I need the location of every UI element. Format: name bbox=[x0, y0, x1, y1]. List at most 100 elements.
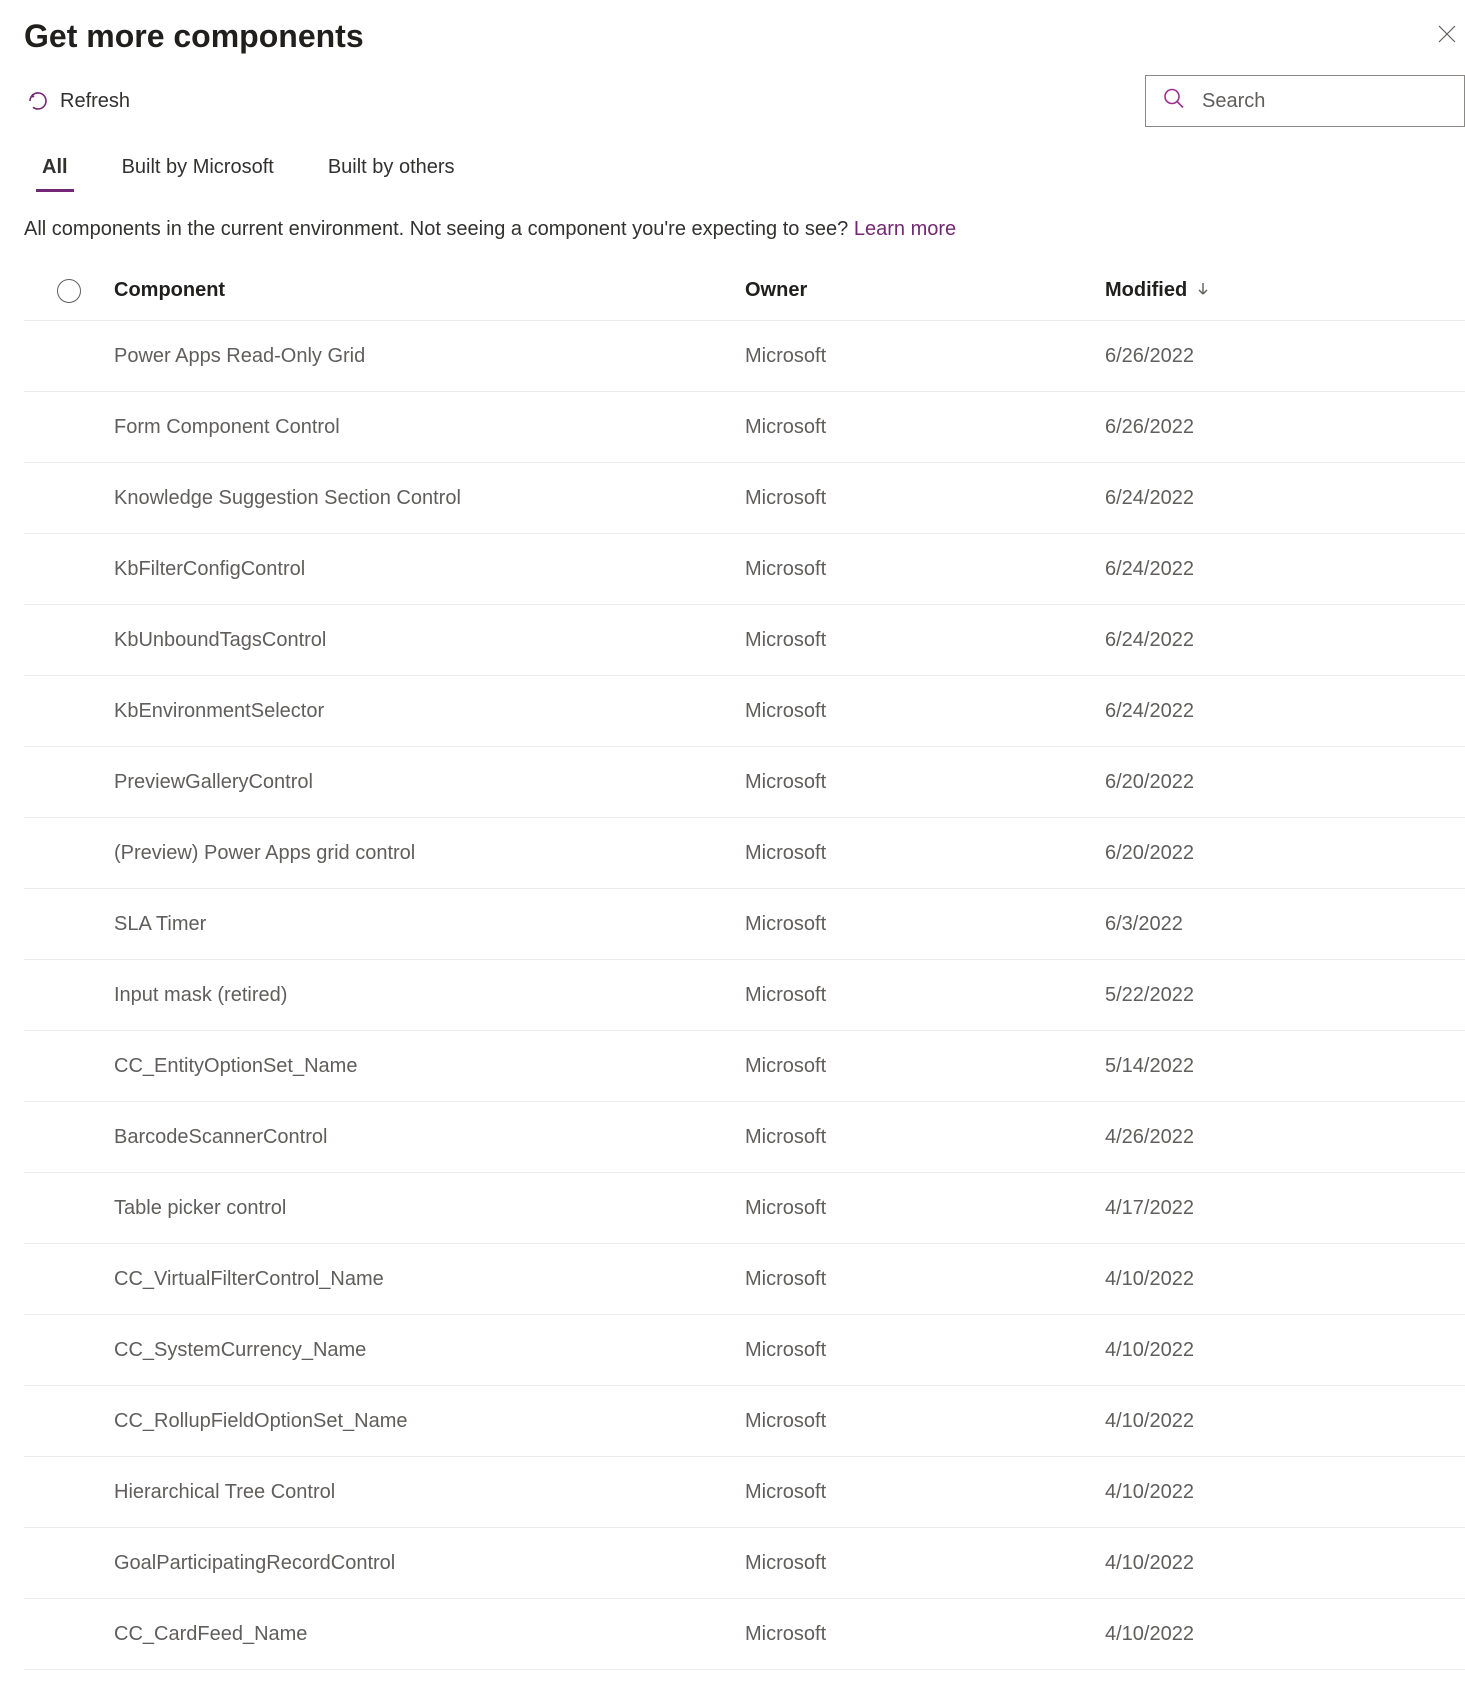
cell-owner: Microsoft bbox=[745, 842, 1105, 865]
table-header: Component Owner Modified bbox=[24, 261, 1465, 321]
cell-owner: Microsoft bbox=[745, 1197, 1105, 1220]
cell-modified: 4/10/2022 bbox=[1105, 1339, 1465, 1362]
cell-modified: 6/20/2022 bbox=[1105, 771, 1465, 794]
cell-component: Table picker control bbox=[114, 1197, 745, 1220]
select-all-cell bbox=[24, 279, 114, 303]
cell-owner: Microsoft bbox=[745, 1126, 1105, 1149]
search-box bbox=[1145, 75, 1465, 127]
table-row[interactable]: CC_EntityOptionSet_NameMicrosoft5/14/202… bbox=[24, 1031, 1465, 1102]
cell-modified: 5/22/2022 bbox=[1105, 984, 1465, 1007]
table-row[interactable]: Knowledge Suggestion Section ControlMicr… bbox=[24, 463, 1465, 534]
table-row[interactable]: BarcodeScannerControlMicrosoft4/26/2022 bbox=[24, 1102, 1465, 1173]
cell-component: PreviewGalleryControl bbox=[114, 771, 745, 794]
cell-component: Knowledge Suggestion Section Control bbox=[114, 487, 745, 510]
search-icon bbox=[1163, 88, 1185, 115]
cell-component: Hierarchical Tree Control bbox=[114, 1481, 745, 1504]
cell-modified: 4/17/2022 bbox=[1105, 1197, 1465, 1220]
cell-modified: 6/24/2022 bbox=[1105, 487, 1465, 510]
cell-component: CC_SystemCurrency_Name bbox=[114, 1339, 745, 1362]
cell-modified: 4/10/2022 bbox=[1105, 1481, 1465, 1504]
panel-title: Get more components bbox=[24, 18, 364, 55]
tab-built-by-microsoft[interactable]: Built by Microsoft bbox=[116, 155, 280, 192]
cell-component: KbEnvironmentSelector bbox=[114, 700, 745, 723]
cell-owner: Microsoft bbox=[745, 1410, 1105, 1433]
cell-modified: 6/3/2022 bbox=[1105, 913, 1465, 936]
cell-modified: 5/14/2022 bbox=[1105, 1055, 1465, 1078]
table-row[interactable]: KbFilterConfigControlMicrosoft6/24/2022 bbox=[24, 534, 1465, 605]
cell-owner: Microsoft bbox=[745, 1552, 1105, 1575]
select-all-checkbox[interactable] bbox=[57, 279, 81, 303]
cell-component: CC_CardFeed_Name bbox=[114, 1623, 745, 1646]
cell-component: Input mask (retired) bbox=[114, 984, 745, 1007]
table-row[interactable]: KbEnvironmentSelectorMicrosoft6/24/2022 bbox=[24, 676, 1465, 747]
cell-component: GoalParticipatingRecordControl bbox=[114, 1552, 745, 1575]
cell-component: CC_EntityOptionSet_Name bbox=[114, 1055, 745, 1078]
sort-descending-icon bbox=[1197, 279, 1209, 302]
cell-owner: Microsoft bbox=[745, 984, 1105, 1007]
cell-modified: 6/26/2022 bbox=[1105, 416, 1465, 439]
cell-modified: 4/10/2022 bbox=[1105, 1623, 1465, 1646]
cell-modified: 4/10/2022 bbox=[1105, 1268, 1465, 1291]
cell-modified: 6/24/2022 bbox=[1105, 558, 1465, 581]
toolbar: Refresh bbox=[24, 75, 1465, 127]
cell-component: CC_VirtualFilterControl_Name bbox=[114, 1268, 745, 1291]
cell-component: (Preview) Power Apps grid control bbox=[114, 842, 745, 865]
table-row[interactable]: Input mask (retired)Microsoft5/22/2022 bbox=[24, 960, 1465, 1031]
refresh-label: Refresh bbox=[60, 90, 130, 113]
table-row[interactable]: PreviewGalleryControlMicrosoft6/20/2022 bbox=[24, 747, 1465, 818]
cell-component: KbFilterConfigControl bbox=[114, 558, 745, 581]
cell-modified: 6/20/2022 bbox=[1105, 842, 1465, 865]
table-row[interactable]: Hierarchical Tree ControlMicrosoft4/10/2… bbox=[24, 1457, 1465, 1528]
table-row[interactable]: (Preview) Power Apps grid controlMicroso… bbox=[24, 818, 1465, 889]
components-table: Component Owner Modified Power Apps Read… bbox=[24, 261, 1465, 1670]
cell-modified: 4/10/2022 bbox=[1105, 1552, 1465, 1575]
cell-owner: Microsoft bbox=[745, 1268, 1105, 1291]
cell-owner: Microsoft bbox=[745, 1623, 1105, 1646]
cell-component: KbUnboundTagsControl bbox=[114, 629, 745, 652]
header-row: Get more components bbox=[24, 18, 1465, 69]
table-row[interactable]: CC_VirtualFilterControl_NameMicrosoft4/1… bbox=[24, 1244, 1465, 1315]
cell-owner: Microsoft bbox=[745, 913, 1105, 936]
tabs: All Built by Microsoft Built by others bbox=[24, 155, 1465, 192]
table-row[interactable]: CC_SystemCurrency_NameMicrosoft4/10/2022 bbox=[24, 1315, 1465, 1386]
refresh-icon bbox=[26, 89, 50, 113]
table-row[interactable]: SLA TimerMicrosoft6/3/2022 bbox=[24, 889, 1465, 960]
cell-owner: Microsoft bbox=[745, 771, 1105, 794]
cell-owner: Microsoft bbox=[745, 1481, 1105, 1504]
tab-built-by-others[interactable]: Built by others bbox=[322, 155, 461, 192]
table-row[interactable]: Form Component ControlMicrosoft6/26/2022 bbox=[24, 392, 1465, 463]
intro-text: All components in the current environmen… bbox=[24, 218, 1465, 241]
cell-modified: 4/26/2022 bbox=[1105, 1126, 1465, 1149]
column-header-modified[interactable]: Modified bbox=[1105, 279, 1465, 302]
cell-component: BarcodeScannerControl bbox=[114, 1126, 745, 1149]
get-more-components-panel: Get more components Refresh bbox=[0, 0, 1465, 1670]
cell-owner: Microsoft bbox=[745, 487, 1105, 510]
search-input[interactable] bbox=[1145, 75, 1465, 127]
cell-owner: Microsoft bbox=[745, 1339, 1105, 1362]
cell-owner: Microsoft bbox=[745, 416, 1105, 439]
close-icon bbox=[1437, 23, 1457, 50]
table-row[interactable]: Power Apps Read-Only GridMicrosoft6/26/2… bbox=[24, 321, 1465, 392]
cell-component: SLA Timer bbox=[114, 913, 745, 936]
close-button[interactable] bbox=[1437, 18, 1465, 49]
table-row[interactable]: CC_RollupFieldOptionSet_NameMicrosoft4/1… bbox=[24, 1386, 1465, 1457]
table-row[interactable]: Table picker controlMicrosoft4/17/2022 bbox=[24, 1173, 1465, 1244]
column-header-owner[interactable]: Owner bbox=[745, 279, 1105, 302]
table-row[interactable]: GoalParticipatingRecordControlMicrosoft4… bbox=[24, 1528, 1465, 1599]
cell-owner: Microsoft bbox=[745, 700, 1105, 723]
column-header-component[interactable]: Component bbox=[114, 279, 745, 302]
cell-owner: Microsoft bbox=[745, 345, 1105, 368]
cell-component: CC_RollupFieldOptionSet_Name bbox=[114, 1410, 745, 1433]
learn-more-link[interactable]: Learn more bbox=[854, 218, 956, 240]
cell-owner: Microsoft bbox=[745, 558, 1105, 581]
cell-modified: 6/24/2022 bbox=[1105, 700, 1465, 723]
cell-owner: Microsoft bbox=[745, 629, 1105, 652]
refresh-button[interactable]: Refresh bbox=[24, 85, 132, 117]
tab-all[interactable]: All bbox=[36, 155, 74, 192]
cell-component: Form Component Control bbox=[114, 416, 745, 439]
table-row[interactable]: CC_CardFeed_NameMicrosoft4/10/2022 bbox=[24, 1599, 1465, 1670]
table-row[interactable]: KbUnboundTagsControlMicrosoft6/24/2022 bbox=[24, 605, 1465, 676]
column-header-modified-label: Modified bbox=[1105, 279, 1187, 302]
cell-modified: 6/24/2022 bbox=[1105, 629, 1465, 652]
cell-component: Power Apps Read-Only Grid bbox=[114, 345, 745, 368]
